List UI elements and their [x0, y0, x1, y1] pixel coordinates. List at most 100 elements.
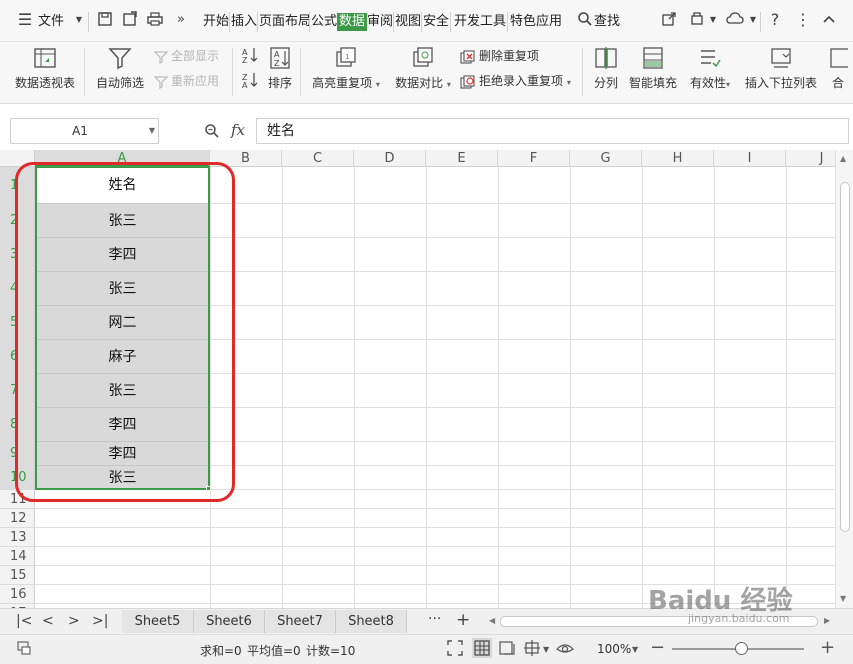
- row-header-8[interactable]: 8: [0, 408, 35, 442]
- search-icon[interactable]: [576, 11, 594, 29]
- select-all-corner[interactable]: [0, 150, 35, 167]
- zoom-level[interactable]: 100%: [597, 642, 631, 656]
- reject-duplicates-button[interactable]: 拒绝录入重复项 ▾: [460, 72, 571, 90]
- more-chevron-icon[interactable]: »: [172, 11, 190, 29]
- reapply-button[interactable]: 重新应用: [154, 72, 219, 90]
- auto-filter-button[interactable]: 自动筛选: [94, 46, 146, 91]
- split-column-button[interactable]: 分列: [590, 46, 622, 91]
- row-header-6[interactable]: 6: [0, 340, 35, 374]
- column-header-j[interactable]: J: [786, 150, 835, 167]
- next-sheet-icon[interactable]: >: [68, 613, 80, 629]
- row-header-1[interactable]: 1: [0, 167, 35, 204]
- row-header-15[interactable]: 15: [0, 566, 35, 585]
- zoom-icon[interactable]: [204, 123, 220, 143]
- name-box[interactable]: A1 ▼: [10, 118, 159, 144]
- vertical-scroll-thumb[interactable]: [840, 182, 850, 532]
- row-header-5[interactable]: 5: [0, 306, 35, 340]
- tab-review[interactable]: 审阅: [367, 13, 393, 31]
- zoom-out-button[interactable]: −: [650, 637, 665, 658]
- print-icon[interactable]: [146, 11, 164, 29]
- sync-dropdown-icon[interactable]: ▼: [704, 11, 722, 29]
- tab-security[interactable]: 安全: [423, 13, 449, 31]
- cell-a6[interactable]: 麻子: [36, 340, 209, 374]
- column-header-h[interactable]: H: [642, 150, 714, 167]
- more-options-icon[interactable]: ⋮: [794, 11, 812, 29]
- page-layout-view-icon[interactable]: [499, 640, 517, 660]
- zoom-in-button[interactable]: +: [820, 637, 835, 658]
- more-sheets-button[interactable]: ···: [428, 611, 441, 627]
- tab-insert[interactable]: 插入: [231, 13, 257, 31]
- row-header-10[interactable]: 10: [0, 466, 35, 490]
- tab-view[interactable]: 视图: [395, 13, 421, 31]
- fill-handle[interactable]: [206, 486, 211, 491]
- cell-a3[interactable]: 李四: [36, 238, 209, 272]
- tab-formula[interactable]: 公式: [311, 13, 337, 31]
- column-header-d[interactable]: D: [354, 150, 426, 167]
- sheet-tab-sheet6[interactable]: Sheet6: [194, 610, 265, 633]
- cloud-icon[interactable]: [726, 11, 744, 29]
- cell-a7[interactable]: 张三: [36, 374, 209, 408]
- vertical-scrollbar[interactable]: ▲ ▼: [835, 150, 853, 608]
- remove-duplicates-button[interactable]: 删除重复项: [460, 47, 539, 65]
- first-sheet-icon[interactable]: |<: [16, 613, 32, 629]
- normal-view-icon[interactable]: [472, 638, 492, 658]
- column-header-i[interactable]: I: [714, 150, 786, 167]
- merge-button[interactable]: 合: [828, 46, 848, 91]
- row-header-12[interactable]: 12: [0, 509, 35, 528]
- file-dropdown-icon[interactable]: ▼: [70, 11, 88, 29]
- row-header-9[interactable]: 9: [0, 442, 35, 466]
- tab-special-apps[interactable]: 特色应用: [510, 13, 562, 31]
- export-icon[interactable]: [121, 11, 139, 29]
- row-header-11[interactable]: 11: [0, 490, 35, 509]
- cell-a1[interactable]: 姓名: [36, 167, 209, 204]
- row-header-14[interactable]: 14: [0, 547, 35, 566]
- tab-developer[interactable]: 开发工具: [454, 13, 506, 31]
- hamburger-menu-icon[interactable]: ☰: [16, 11, 34, 29]
- sort-button[interactable]: AZ 排序: [265, 46, 295, 91]
- cell-a4[interactable]: 张三: [36, 272, 209, 306]
- cell-a2[interactable]: 张三: [36, 204, 209, 238]
- cell-a10[interactable]: 张三: [36, 466, 209, 490]
- row-header-3[interactable]: 3: [0, 238, 35, 272]
- formula-input[interactable]: 姓名: [256, 118, 849, 144]
- scroll-up-icon[interactable]: ▲: [840, 154, 846, 163]
- cell-a5[interactable]: 网二: [36, 306, 209, 340]
- zoom-dropdown-icon[interactable]: ▼: [632, 645, 638, 654]
- column-header-a[interactable]: A: [35, 150, 210, 167]
- fullscreen-icon[interactable]: [447, 640, 463, 660]
- last-sheet-icon[interactable]: >|: [92, 613, 108, 629]
- row-header-2[interactable]: 2: [0, 204, 35, 238]
- sheet-tab-sheet7[interactable]: Sheet7: [265, 610, 336, 633]
- row-header-16[interactable]: 16: [0, 585, 35, 604]
- tab-home[interactable]: 开始: [203, 13, 229, 31]
- sort-descending-button[interactable]: ZA: [241, 71, 259, 90]
- show-all-button[interactable]: 全部显示: [154, 47, 219, 65]
- scroll-left-icon[interactable]: ◀: [489, 616, 495, 625]
- macro-icon[interactable]: [16, 640, 32, 660]
- column-header-b[interactable]: B: [210, 150, 282, 167]
- page-break-view-icon[interactable]: [524, 640, 542, 660]
- cell-a9[interactable]: 李四: [36, 442, 209, 466]
- scroll-down-icon[interactable]: ▼: [840, 594, 846, 603]
- eye-protection-icon[interactable]: [556, 640, 574, 660]
- pivot-table-button[interactable]: 数据透视表: [14, 46, 76, 91]
- row-header-13[interactable]: 13: [0, 528, 35, 547]
- file-menu[interactable]: 文件: [38, 13, 64, 31]
- insert-dropdown-list-button[interactable]: 插入下拉列表: [742, 46, 820, 91]
- row-header-7[interactable]: 7: [0, 374, 35, 408]
- add-sheet-button[interactable]: +: [456, 610, 470, 630]
- share-icon[interactable]: [660, 11, 678, 29]
- save-icon[interactable]: [96, 11, 114, 29]
- cell-a8[interactable]: 李四: [36, 408, 209, 442]
- fx-button[interactable]: fx: [231, 121, 245, 139]
- name-box-dropdown-icon[interactable]: ▼: [149, 119, 155, 143]
- zoom-slider-thumb[interactable]: [735, 642, 748, 655]
- column-header-e[interactable]: E: [426, 150, 498, 167]
- scroll-right-icon[interactable]: ▶: [824, 616, 830, 625]
- validity-button[interactable]: 有效性▾: [686, 46, 734, 91]
- column-header-c[interactable]: C: [282, 150, 354, 167]
- tab-data[interactable]: 数据: [337, 13, 368, 31]
- highlight-duplicates-button[interactable]: 1 高亮重复项 ▾: [310, 46, 382, 91]
- search-label[interactable]: 查找: [594, 13, 620, 31]
- tab-page-layout[interactable]: 页面布局: [259, 13, 311, 31]
